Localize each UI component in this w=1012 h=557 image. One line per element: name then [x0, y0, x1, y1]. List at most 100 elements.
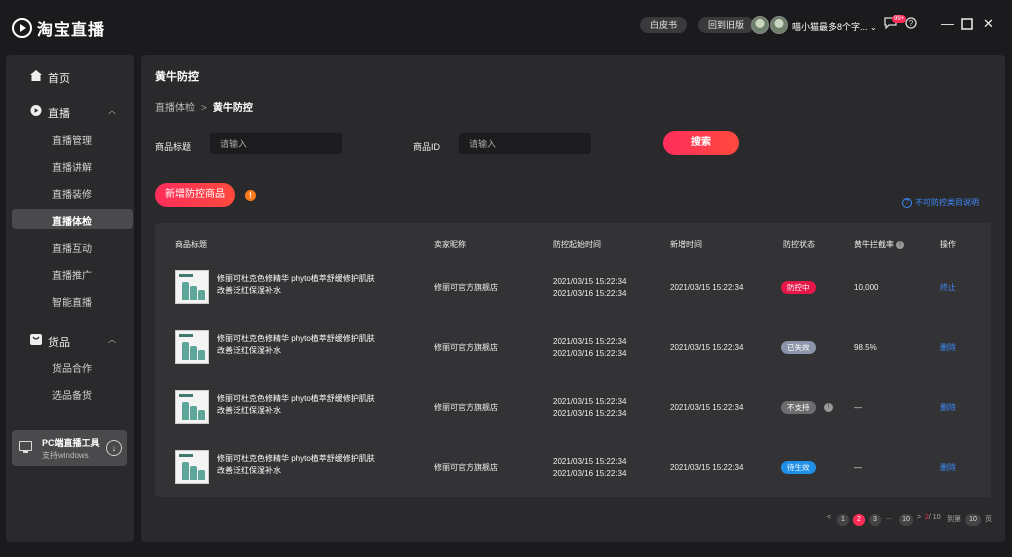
- product-title-line: 修丽可杜克色修精华 phyto植萃舒缓修护肌肤: [217, 454, 375, 463]
- id-filter-label: 商品ID: [413, 142, 441, 152]
- avatar-secondary[interactable]: [770, 16, 788, 34]
- pc-tool-download[interactable]: PC端直播工具 支持windows ↓: [12, 430, 127, 466]
- sidebar-item-goods-coop[interactable]: 货品合作: [12, 356, 133, 376]
- col-header-rate: 黄牛拦截率!: [854, 239, 904, 250]
- sidebar-item-label: 直播装修: [52, 190, 92, 201]
- seller-name: 修丽可官方旗舰店: [434, 283, 498, 292]
- minimize-icon[interactable]: —: [941, 16, 954, 32]
- col-header-added-time: 新增时间: [670, 240, 702, 249]
- sidebar-group-label: 直播: [48, 108, 70, 120]
- title-filter-label: 商品标题: [155, 142, 192, 152]
- product-thumbnail[interactable]: [175, 390, 209, 424]
- home-icon: [30, 70, 42, 81]
- product-title[interactable]: 修丽可杜克色修精华 phyto植萃舒缓修护肌肤 改善泛红保湿补水: [217, 453, 397, 477]
- delete-link[interactable]: 删除: [940, 462, 956, 473]
- page-10[interactable]: 10: [899, 514, 913, 526]
- back-old-version-button[interactable]: 回到旧版: [698, 17, 755, 33]
- page-count: 2/ 10: [925, 514, 941, 526]
- product-title-line: 改善泛红保湿补水: [217, 346, 281, 355]
- sidebar-item-live-promote[interactable]: 直播推广: [12, 263, 133, 283]
- sidebar-item-goods-stock[interactable]: 选品备货: [12, 383, 133, 403]
- goto-page-input[interactable]: 10: [965, 514, 981, 526]
- page-1[interactable]: 1: [837, 514, 849, 526]
- sidebar-item-live-explain[interactable]: 直播讲解: [12, 155, 133, 175]
- play-circle-icon: [12, 18, 32, 38]
- status-badge: 已失效: [781, 341, 816, 354]
- added-time: 2021/03/15 15:22:34: [670, 283, 744, 292]
- download-icon[interactable]: ↓: [106, 440, 122, 456]
- table-row: 修丽可杜克色修精华 phyto植萃舒缓修护肌肤 改善泛红保湿补水 修丽可官方旗舰店…: [155, 379, 991, 439]
- question-icon: ?: [902, 197, 912, 208]
- start-time: 2021/03/15 15:22:34 2021/03/16 15:22:34: [553, 276, 626, 300]
- maximize-icon[interactable]: [961, 16, 973, 34]
- avatar[interactable]: [751, 16, 769, 34]
- start-time-line: 2021/03/15 15:22:34: [553, 457, 627, 466]
- product-title[interactable]: 修丽可杜克色修精华 phyto植萃舒缓修护肌肤 改善泛红保湿补水: [217, 393, 397, 417]
- close-icon[interactable]: ✕: [983, 16, 994, 32]
- product-thumbnail[interactable]: [175, 330, 209, 364]
- page-2[interactable]: 2: [853, 514, 865, 526]
- product-title[interactable]: 修丽可杜克色修精华 phyto植萃舒缓修护肌肤 改善泛红保湿补水: [217, 273, 397, 297]
- status-badge: 不支持: [781, 401, 816, 414]
- product-thumbnail[interactable]: [175, 270, 209, 304]
- delete-link[interactable]: 删除: [940, 402, 956, 413]
- title-search-input[interactable]: [210, 133, 342, 154]
- sidebar-item-label: 选品备货: [52, 391, 92, 402]
- product-title-line: 改善泛红保湿补水: [217, 466, 281, 475]
- col-header-status: 防控状态: [783, 240, 815, 249]
- sidebar-item-live-decor[interactable]: 直播装修: [12, 182, 133, 202]
- table-row: 修丽可杜克色修精华 phyto植萃舒缓修护肌肤 改善泛红保湿补水 修丽可官方旗舰店…: [155, 259, 991, 319]
- search-button[interactable]: 搜索: [663, 131, 739, 155]
- sidebar-item-label: 直播体检: [52, 217, 92, 228]
- next-page-icon[interactable]: >: [917, 514, 921, 526]
- table-row: 修丽可杜克色修精华 phyto植萃舒缓修护肌肤 改善泛红保湿补水 修丽可官方旗舰店…: [155, 319, 991, 379]
- page-3[interactable]: 3: [869, 514, 881, 526]
- col-header-start-time: 防控起始时间: [553, 240, 601, 249]
- sidebar-item-label: 智能直播: [52, 298, 92, 309]
- goods-bag-icon: [30, 334, 42, 345]
- page-unit: 页: [985, 516, 992, 523]
- pc-tool-title: PC端直播工具: [42, 438, 100, 448]
- warning-icon[interactable]: !: [245, 190, 256, 201]
- sidebar-item-label: 直播管理: [52, 136, 92, 147]
- account-menu[interactable]: 喵小猫最多8个字... ⌄: [792, 20, 877, 33]
- sidebar-item-live-manage[interactable]: 直播管理: [12, 128, 133, 148]
- svg-text:?: ?: [909, 19, 914, 28]
- add-protected-product-button[interactable]: 新增防控商品: [155, 183, 235, 207]
- sidebar-item-home[interactable]: 首页: [6, 64, 134, 88]
- product-thumbnail[interactable]: [175, 450, 209, 484]
- sidebar-item-live-interact[interactable]: 直播互动: [12, 236, 133, 256]
- added-time: 2021/03/15 15:22:34: [670, 343, 744, 352]
- sidebar-item-live-checkup[interactable]: 直播体检: [12, 209, 133, 229]
- end-time-line: 2021/03/16 15:22:34: [553, 409, 627, 418]
- seller-name: 修丽可官方旗舰店: [434, 403, 498, 412]
- sidebar-group-label: 货品: [48, 337, 70, 349]
- breadcrumb: 直播体检 > 黄牛防控: [155, 99, 253, 114]
- chevron-down-icon: ⌄: [870, 23, 877, 32]
- start-time: 2021/03/15 15:22:34 2021/03/16 15:22:34: [553, 396, 626, 420]
- info-icon[interactable]: !: [824, 403, 833, 412]
- breadcrumb-parent[interactable]: 直播体检: [155, 103, 195, 114]
- prev-page-icon[interactable]: <: [827, 514, 831, 526]
- sidebar-group-goods[interactable]: 货品 ︿: [6, 328, 134, 352]
- pagination-ellipsis: ...: [886, 514, 892, 521]
- sidebar: 首页 直播 ︿ 直播管理 直播讲解 直播装修 直播体检 直播互动 直播推广 智能…: [6, 55, 134, 542]
- info-icon[interactable]: !: [896, 241, 904, 249]
- product-title[interactable]: 修丽可杜克色修精华 phyto植萃舒缓修护肌肤 改善泛红保湿补水: [217, 333, 397, 357]
- terminate-link[interactable]: 终止: [940, 282, 956, 293]
- breadcrumb-separator: >: [201, 103, 207, 114]
- sidebar-item-smart-live[interactable]: 智能直播: [12, 290, 133, 310]
- total-pages: / 10: [928, 514, 941, 521]
- live-play-icon: [30, 105, 42, 116]
- help-icon[interactable]: ?: [905, 17, 917, 32]
- id-search-input[interactable]: [459, 133, 591, 154]
- intercept-rate: 10,000: [854, 283, 879, 292]
- product-title-line: 改善泛红保湿补水: [217, 286, 281, 295]
- intercept-rate: 98.5%: [854, 343, 877, 352]
- whitepaper-button[interactable]: 白皮书: [640, 17, 688, 33]
- sidebar-group-live[interactable]: 直播 ︿: [6, 99, 134, 123]
- delete-link[interactable]: 删除: [940, 342, 956, 353]
- col-header-rate-label: 黄牛拦截率: [854, 240, 894, 249]
- seller-name: 修丽可官方旗舰店: [434, 343, 498, 352]
- help-link[interactable]: ? 不可防控类目说明: [902, 197, 979, 208]
